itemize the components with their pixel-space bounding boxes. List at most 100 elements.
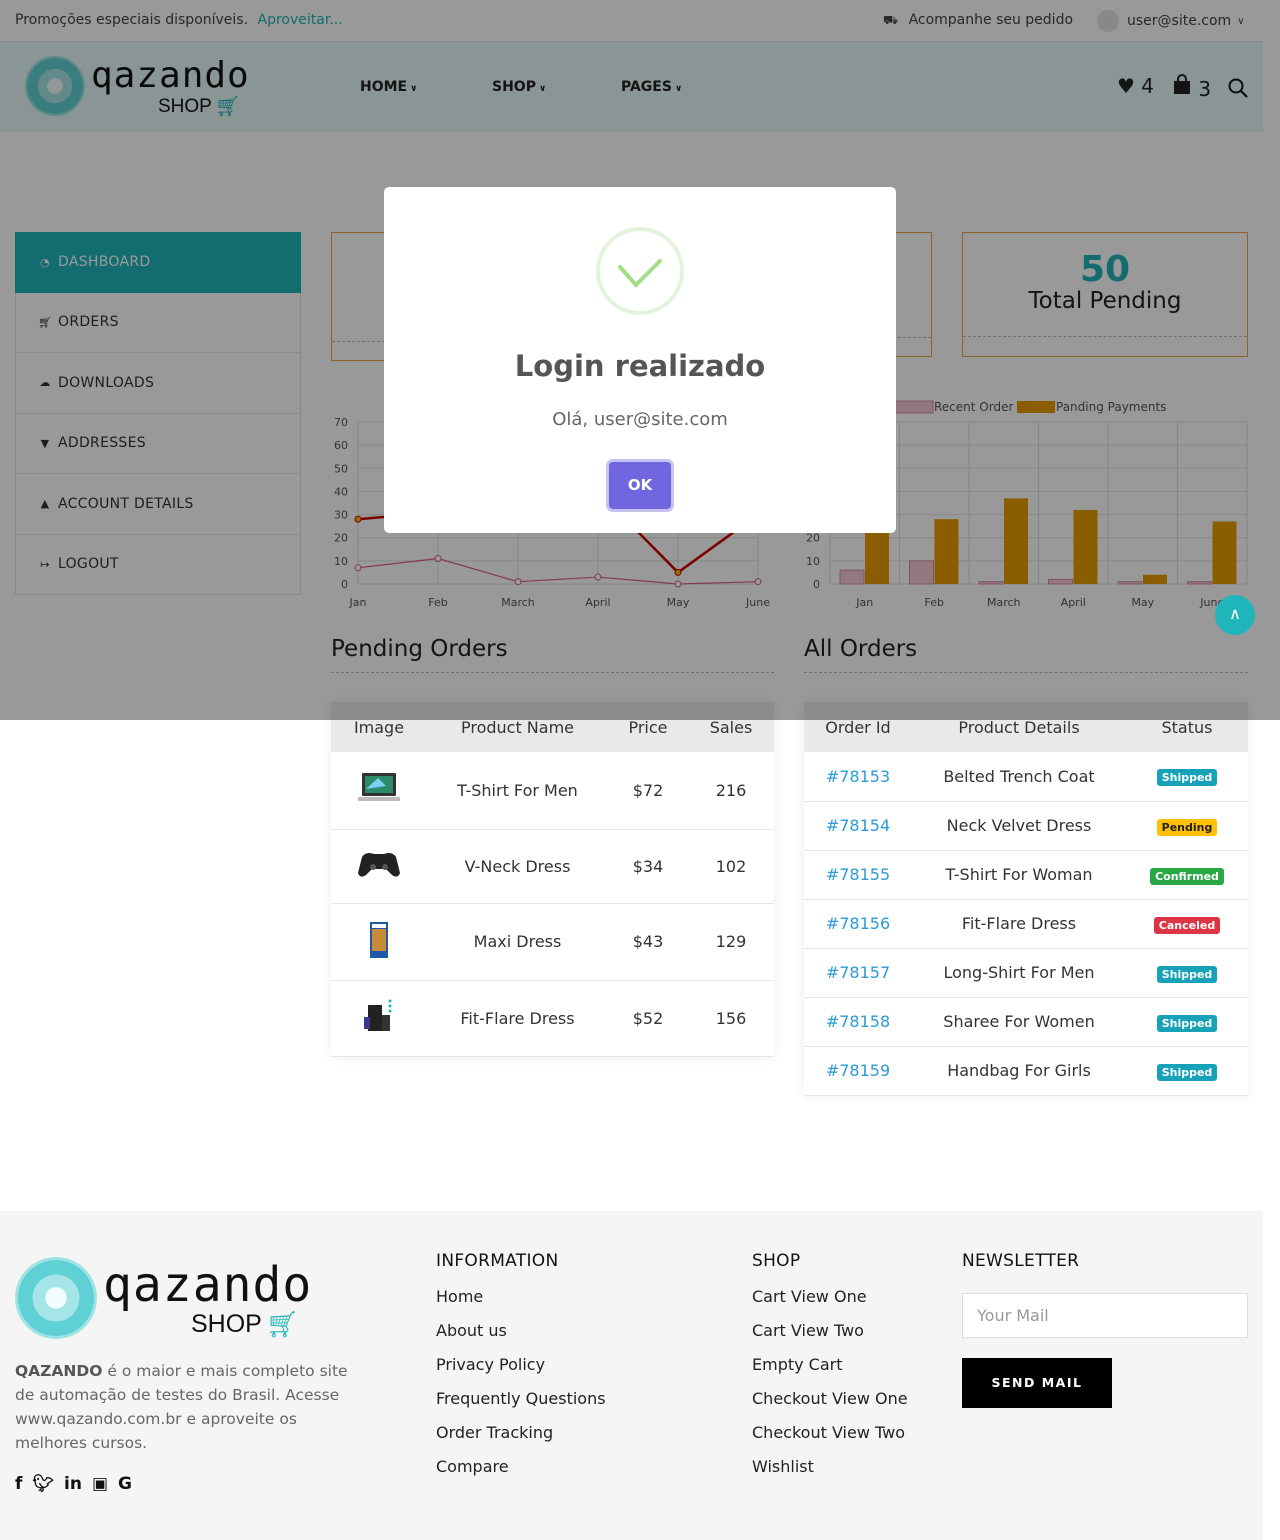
table-row: Maxi Dress $43 129 xyxy=(331,903,774,981)
product-name: V-Neck Dress xyxy=(427,829,608,904)
footer-link-home[interactable]: Home xyxy=(436,1287,606,1321)
footer-description: QAZANDO é o maior e mais completo site d… xyxy=(15,1359,360,1455)
order-id-link[interactable]: #78154 xyxy=(804,801,912,851)
dialog-message: Olá, user@site.com xyxy=(552,409,728,430)
order-product: Fit-Flare Dress xyxy=(912,899,1126,949)
product-sales: 156 xyxy=(688,980,774,1057)
console-stand-image[interactable] xyxy=(356,997,402,1035)
product-image-cell xyxy=(331,752,427,830)
product-price: $52 xyxy=(608,980,688,1057)
order-product: Neck Velvet Dress xyxy=(912,801,1126,851)
game-box-image[interactable] xyxy=(356,921,402,959)
gamepad-image[interactable] xyxy=(356,845,402,883)
product-image-cell xyxy=(331,829,427,904)
status-cell: Shipped xyxy=(1126,997,1248,1047)
status-badge: Pending xyxy=(1156,818,1218,836)
product-image-cell xyxy=(331,903,427,981)
table-row: T-Shirt For Men $72 216 xyxy=(331,752,774,830)
footer-link-privacy[interactable]: Privacy Policy xyxy=(436,1355,606,1389)
product-price: $34 xyxy=(608,829,688,904)
instagram-icon[interactable]: ▣ xyxy=(92,1474,108,1494)
scroll-to-top-button[interactable]: ∧ xyxy=(1215,595,1255,635)
product-price: $43 xyxy=(608,903,688,981)
checkmark-icon xyxy=(618,259,662,288)
google-icon[interactable]: G xyxy=(118,1474,132,1494)
facebook-icon[interactable]: f xyxy=(15,1474,22,1494)
linkedin-icon[interactable]: in xyxy=(64,1474,82,1494)
login-success-dialog: Login realizado Olá, user@site.com OK xyxy=(384,187,896,533)
status-badge: Confirmed xyxy=(1150,867,1224,885)
laptop-image[interactable] xyxy=(356,769,402,807)
footer-link-checkout-two[interactable]: Checkout View Two xyxy=(752,1423,908,1457)
footer-link-wishlist[interactable]: Wishlist xyxy=(752,1457,908,1491)
order-id-link[interactable]: #78156 xyxy=(804,899,912,949)
table-row: V-Neck Dress $34 102 xyxy=(331,829,774,904)
newsletter-email-field[interactable]: Your Mail xyxy=(962,1293,1248,1338)
product-name: Fit-Flare Dress xyxy=(427,980,608,1057)
footer-link-compare[interactable]: Compare xyxy=(436,1457,606,1491)
status-badge: Shipped xyxy=(1156,965,1218,983)
logo-word: qazando xyxy=(103,1257,313,1313)
status-cell: Shipped xyxy=(1126,1046,1248,1096)
table-row: Fit-Flare Dress $52 156 xyxy=(331,980,774,1057)
table-row: #78153 Belted Trench Coat Shipped xyxy=(804,752,1248,802)
order-id-link[interactable]: #78155 xyxy=(804,850,912,900)
footer-link-cart-one[interactable]: Cart View One xyxy=(752,1287,908,1321)
footer-link-checkout-one[interactable]: Checkout View One xyxy=(752,1389,908,1423)
logo-shop: SHOP 🛒︎ xyxy=(191,1309,312,1340)
logo-shop-text: SHOP xyxy=(191,1310,262,1338)
footer-logo[interactable]: qazando SHOP 🛒︎ xyxy=(15,1257,312,1340)
status-cell: Pending xyxy=(1126,801,1248,851)
footer-information-column: INFORMATION Home About us Privacy Policy… xyxy=(436,1251,606,1491)
product-price: $72 xyxy=(608,752,688,830)
send-mail-button[interactable]: SEND MAIL xyxy=(962,1358,1112,1408)
twitter-icon[interactable]: 🐦︎ xyxy=(32,1474,54,1494)
footer-link-cart-two[interactable]: Cart View Two xyxy=(752,1321,908,1355)
order-id-link[interactable]: #78157 xyxy=(804,948,912,998)
table-row: #78158 Sharee For Women Shipped xyxy=(804,997,1248,1047)
table-row: #78154 Neck Velvet Dress Pending xyxy=(804,801,1248,851)
status-badge: Canceled xyxy=(1153,916,1221,934)
order-product: Belted Trench Coat xyxy=(912,752,1126,802)
table-row: #78157 Long-Shirt For Men Shipped xyxy=(804,948,1248,998)
order-id-link[interactable]: #78153 xyxy=(804,752,912,802)
cart-icon: 🛒︎ xyxy=(265,1309,299,1339)
status-cell: Canceled xyxy=(1126,899,1248,949)
footer-link-order-tracking[interactable]: Order Tracking xyxy=(436,1423,606,1457)
order-id-link[interactable]: #78158 xyxy=(804,997,912,1047)
footer-shop-column: SHOP Cart View One Cart View Two Empty C… xyxy=(752,1251,908,1491)
footer-link-about[interactable]: About us xyxy=(436,1321,606,1355)
order-id-link[interactable]: #78159 xyxy=(804,1046,912,1096)
dialog-title: Login realizado xyxy=(514,349,766,383)
product-name: T-Shirt For Men xyxy=(427,752,608,830)
table-row: #78155 T-Shirt For Woman Confirmed xyxy=(804,850,1248,900)
logo-mark xyxy=(15,1257,97,1339)
order-product: T-Shirt For Woman xyxy=(912,850,1126,900)
order-product: Sharee For Women xyxy=(912,997,1126,1047)
status-badge: Shipped xyxy=(1156,769,1218,787)
order-product: Long-Shirt For Men xyxy=(912,948,1126,998)
product-sales: 102 xyxy=(688,829,774,904)
site-footer: qazando SHOP 🛒︎ QAZANDO é o maior e mais… xyxy=(0,1211,1263,1540)
footer-brand: QAZANDO xyxy=(15,1362,103,1380)
ok-button[interactable]: OK xyxy=(609,462,671,509)
order-product: Handbag For Girls xyxy=(912,1046,1126,1096)
success-check-icon xyxy=(596,227,684,315)
all-orders-table: Order Id Product Details Status #78153 Be… xyxy=(804,702,1248,1096)
footer-link-faq[interactable]: Frequently Questions xyxy=(436,1389,606,1423)
table-row: #78156 Fit-Flare Dress Canceled xyxy=(804,899,1248,949)
footer-column-title: NEWSLETTER xyxy=(962,1251,1080,1271)
pending-orders-table: Image Product Name Price Sales T-Shirt F… xyxy=(331,702,774,1057)
status-cell: Confirmed xyxy=(1126,850,1248,900)
footer-newsletter-column: NEWSLETTER xyxy=(962,1251,1079,1287)
table-row: #78159 Handbag For Girls Shipped xyxy=(804,1046,1248,1096)
footer-link-empty-cart[interactable]: Empty Cart xyxy=(752,1355,908,1389)
chevron-up-icon: ∧ xyxy=(1229,604,1241,623)
product-sales: 129 xyxy=(688,903,774,981)
status-cell: Shipped xyxy=(1126,752,1248,802)
social-links: f 🐦︎ in ▣ G xyxy=(15,1474,132,1494)
status-badge: Shipped xyxy=(1156,1063,1218,1081)
status-cell: Shipped xyxy=(1126,948,1248,998)
footer-column-title: INFORMATION xyxy=(436,1251,559,1271)
product-image-cell xyxy=(331,980,427,1057)
